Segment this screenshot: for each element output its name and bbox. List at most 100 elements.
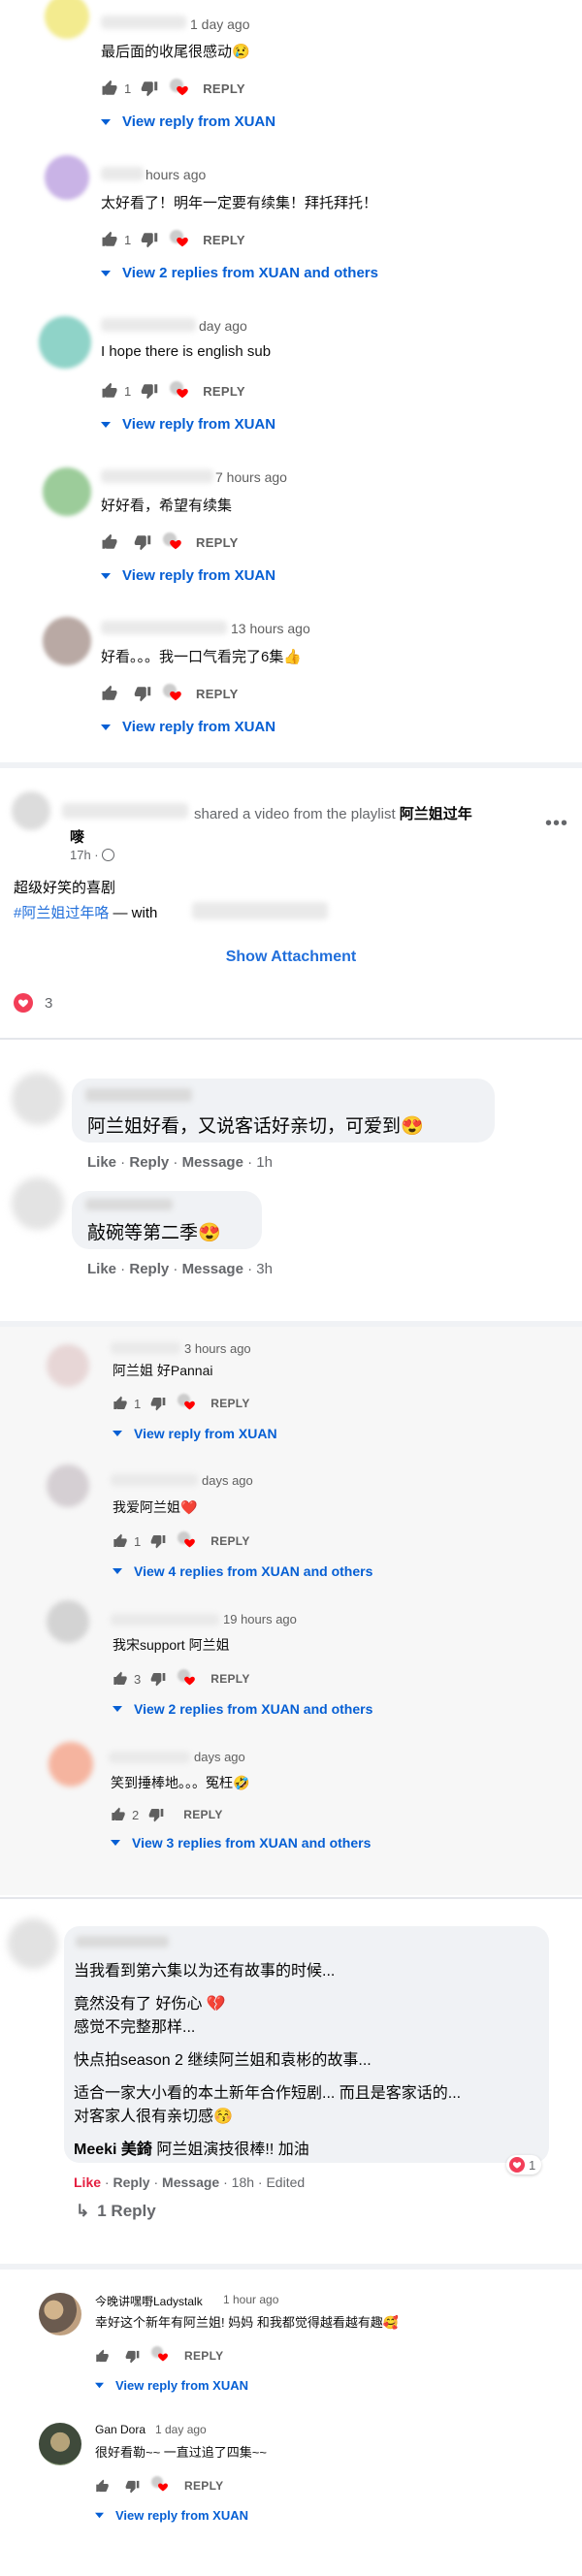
message-button[interactable]: Message: [182, 1154, 243, 1171]
reply-button[interactable]: REPLY: [196, 687, 239, 701]
avatar[interactable]: [48, 1742, 93, 1787]
thumb-down-icon[interactable]: [148, 1807, 164, 1822]
comment-actions: REPLY: [101, 683, 239, 704]
thumb-up-icon[interactable]: [101, 231, 118, 248]
avatar[interactable]: [12, 1177, 64, 1230]
view-replies-label: View 4 replies from XUAN and others: [134, 1563, 373, 1579]
redacted-username: [109, 1752, 190, 1763]
thumb-up-icon[interactable]: [101, 80, 118, 97]
avatar[interactable]: [39, 2423, 81, 2465]
reply-button[interactable]: REPLY: [196, 535, 239, 550]
thumb-down-icon[interactable]: [125, 2479, 140, 2494]
thumb-up-icon[interactable]: [101, 382, 118, 400]
thumb-up-icon[interactable]: [113, 1396, 128, 1411]
reply-button[interactable]: REPLY: [210, 1672, 249, 1686]
thumb-down-icon[interactable]: [141, 80, 158, 97]
thumb-down-icon[interactable]: [134, 685, 151, 702]
more-options-icon[interactable]: •••: [545, 813, 568, 835]
view-replies-link[interactable]: View reply from XUAN: [101, 567, 275, 584]
avatar[interactable]: [43, 617, 91, 665]
thumb-up-icon[interactable]: [113, 1533, 128, 1549]
reactions-summary[interactable]: 3: [14, 993, 52, 1013]
thumb-down-icon[interactable]: [141, 382, 158, 400]
view-replies-link[interactable]: View reply from XUAN: [101, 416, 275, 433]
comment-author[interactable]: 今晚讲嘿嘢Ladystalk: [95, 2293, 203, 2309]
thumb-down-icon[interactable]: [141, 231, 158, 248]
like-button[interactable]: Like: [87, 1154, 116, 1171]
view-replies-link[interactable]: View reply from XUAN: [95, 2508, 248, 2523]
reply-button[interactable]: REPLY: [203, 233, 245, 247]
redacted-tagged-names: [192, 902, 328, 919]
message-button[interactable]: Message: [182, 1261, 243, 1277]
thumb-down-icon[interactable]: [150, 1396, 166, 1411]
thumb-up-icon[interactable]: [111, 1807, 126, 1822]
redacted-username: [111, 1474, 198, 1486]
comment-timestamp: 1 hour ago: [223, 2293, 279, 2306]
avatar[interactable]: [12, 1073, 64, 1125]
view-replies-link[interactable]: View reply from XUAN: [113, 1426, 277, 1441]
avatar[interactable]: [12, 791, 50, 830]
mention-link[interactable]: Meeki 美錡: [74, 2141, 152, 2158]
reply-button[interactable]: Reply: [129, 1261, 169, 1277]
view-replies-link[interactable]: View 2 replies from XUAN and others: [101, 265, 378, 281]
thumb-up-icon[interactable]: [101, 533, 118, 551]
like-button[interactable]: Like: [87, 1261, 116, 1277]
caret-down-icon: [101, 269, 111, 278]
view-replies-link[interactable]: View 3 replies from XUAN and others: [111, 1835, 371, 1851]
avatar[interactable]: [43, 467, 91, 516]
comment-author[interactable]: Gan Dora: [95, 2423, 146, 2436]
post-hashtag-line: #阿兰姐过年咯 — with: [14, 902, 157, 922]
reply-button[interactable]: REPLY: [210, 1397, 249, 1410]
playlist-link-cont[interactable]: 嘜: [70, 826, 84, 847]
show-attachment-link[interactable]: Show Attachment: [0, 949, 582, 966]
view-replies-link[interactable]: View reply from XUAN: [101, 719, 275, 735]
reply-button[interactable]: REPLY: [203, 384, 245, 399]
like-button[interactable]: Like: [74, 2174, 101, 2190]
thumb-up-icon[interactable]: [101, 685, 118, 702]
avatar[interactable]: [45, 155, 89, 200]
caret-down-icon: [113, 1704, 122, 1714]
thumb-down-icon[interactable]: [150, 1671, 166, 1687]
reply-button[interactable]: REPLY: [203, 81, 245, 96]
avatar[interactable]: [39, 2293, 81, 2335]
thumb-up-icon[interactable]: [95, 2349, 110, 2364]
comment-text: 笑到捶棒地。。。冤枉🤣: [111, 1775, 250, 1790]
reply-button[interactable]: REPLY: [183, 1808, 222, 1821]
redacted-username: [85, 1199, 173, 1210]
post-header: shared a video from the playlist 阿兰姐过年: [194, 803, 472, 823]
view-replies-link[interactable]: View reply from XUAN: [95, 2378, 248, 2393]
comment-reaction-badge[interactable]: 1: [506, 2155, 542, 2174]
avatar[interactable]: [47, 1344, 89, 1387]
reply-button[interactable]: Reply: [129, 1154, 169, 1171]
view-replies-link[interactable]: View 2 replies from XUAN and others: [113, 1701, 372, 1717]
thumb-down-icon[interactable]: [150, 1533, 166, 1549]
hashtag-link[interactable]: #阿兰姐过年咯: [14, 905, 109, 921]
message-button[interactable]: Message: [162, 2174, 219, 2190]
thumb-up-icon[interactable]: [113, 1671, 128, 1687]
replies-link[interactable]: ↳ 1 Reply: [76, 2202, 156, 2221]
thumb-up-icon[interactable]: [95, 2479, 110, 2494]
reply-button[interactable]: REPLY: [184, 2349, 223, 2363]
avatar[interactable]: [8, 1918, 58, 1969]
thumb-down-icon[interactable]: [134, 533, 151, 551]
avatar[interactable]: [45, 0, 89, 39]
view-replies-link[interactable]: View reply from XUAN: [101, 113, 275, 130]
view-replies-link[interactable]: View 4 replies from XUAN and others: [113, 1563, 372, 1579]
caret-down-icon: [95, 2511, 104, 2520]
avatar[interactable]: [47, 1465, 89, 1507]
reply-button[interactable]: REPLY: [210, 1534, 249, 1548]
comment-timestamp: days ago: [202, 1473, 253, 1488]
like-count: 3: [134, 1671, 142, 1687]
reply-button[interactable]: REPLY: [184, 2479, 223, 2493]
reaction-count: 3: [45, 994, 53, 1012]
comment-text: 我宋support 阿兰姐: [113, 1637, 230, 1653]
caret-down-icon: [113, 1566, 122, 1576]
reply-button[interactable]: Reply: [113, 2174, 149, 2190]
avatar[interactable]: [39, 316, 91, 369]
playlist-link[interactable]: 阿兰姐过年: [400, 806, 472, 822]
thumb-down-icon[interactable]: [125, 2349, 140, 2364]
avatar[interactable]: [47, 1600, 89, 1643]
heart-icon: [169, 689, 182, 702]
comment-actions: 3 REPLY: [113, 1668, 250, 1690]
like-count: 1: [124, 232, 132, 247]
